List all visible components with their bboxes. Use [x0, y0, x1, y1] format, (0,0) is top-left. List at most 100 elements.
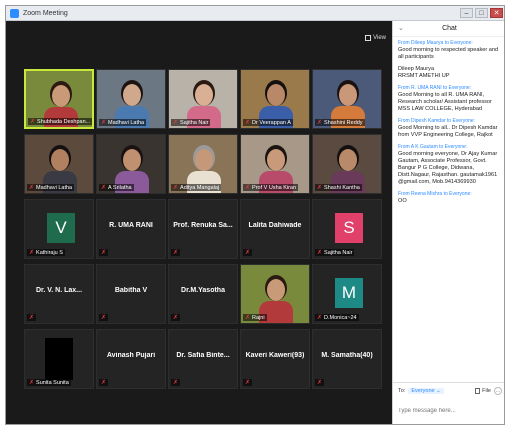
participant-name-label: ✗ — [171, 379, 181, 386]
zoom-logo-icon — [10, 8, 19, 18]
participant-name-label: ✗ Shashini Reddy — [315, 119, 365, 126]
participant-tile[interactable]: M ✗ D.Monica~24 — [312, 264, 382, 324]
participant-video-face — [195, 149, 213, 171]
participant-tile[interactable]: Dr.M.Yasotha ✗ — [168, 264, 238, 324]
participant-tile[interactable]: ✗ Sajitha Nair — [168, 69, 238, 129]
participant-name-label: ✗ Dr Veerappan A — [243, 119, 293, 126]
chat-message-sender[interactable]: From Reena Mishra to Everyone: — [398, 191, 501, 197]
participant-name-label: ✗ — [315, 379, 325, 386]
chat-message: From R. UMA RANI to Everyone: Good Mornin… — [398, 85, 501, 113]
participant-tile[interactable]: Dr. V. N. Lax... ✗ — [24, 264, 94, 324]
participant-tile[interactable]: ✗ Dr Veerappan A — [240, 69, 310, 129]
participant-video-face — [339, 149, 357, 171]
participant-name-label: ✗ D.Monica~24 — [315, 314, 359, 321]
maximize-icon[interactable]: □ — [475, 8, 488, 18]
participant-name: Shubhada Deshpan... — [37, 118, 91, 125]
view-button[interactable]: View — [365, 35, 386, 41]
video-gallery: View ✗ Shubhada Deshpan... ✗ Madhavi Latha ✗… — [6, 21, 392, 424]
participant-center-name: Dr. V. N. Lax... — [35, 287, 83, 294]
participant-tile[interactable]: Prof. Renuka Sa... ✗ — [168, 199, 238, 259]
participant-tile[interactable]: ✗ Shubhada Deshpan... — [24, 69, 94, 129]
chat-message: Dileep Maurya RRSMT AMETHI UP — [398, 66, 501, 80]
participant-video-face — [123, 84, 141, 106]
collapse-chevron-icon[interactable]: ⌄ — [398, 24, 404, 32]
mic-muted-icon: ✗ — [245, 315, 251, 321]
file-label: File — [482, 388, 491, 394]
participant-tile[interactable]: ✗ Prof V Usha Kiran — [240, 134, 310, 194]
participant-name-label: ✗ — [99, 249, 109, 256]
chat-message-sender[interactable]: From Dipesh Kamdar to Everyone: — [398, 118, 501, 124]
participant-name: Madhavi Latha — [108, 119, 145, 126]
participant-name-label: ✗ Sajitha Nair — [315, 249, 355, 256]
participant-tile[interactable]: ✗ Rajni — [240, 264, 310, 324]
chat-message: From A K Gautam to Everyone: Good morning… — [398, 144, 501, 186]
mic-muted-icon: ✗ — [245, 250, 251, 256]
participant-name: Sajitha Nair — [324, 249, 353, 256]
participant-tile[interactable]: ✗ Aditya Mangalaj — [168, 134, 238, 194]
recipient-select[interactable]: Everyone ⌄ — [408, 388, 444, 394]
mic-muted-icon: ✗ — [29, 315, 35, 321]
participant-center-name: Dr.M.Yasotha — [181, 287, 225, 294]
participant-name: A Srilatha — [108, 184, 132, 191]
mic-muted-icon: ✗ — [30, 119, 36, 125]
mic-muted-icon: ✗ — [173, 185, 179, 191]
minimize-icon[interactable]: – — [460, 8, 473, 18]
participant-video-face — [267, 84, 285, 106]
close-icon[interactable]: ✕ — [490, 8, 503, 18]
participant-avatar: S — [335, 213, 363, 243]
mic-muted-icon: ✗ — [317, 120, 323, 126]
chat-message: From Reena Mishra to Everyone: OO — [398, 191, 501, 205]
participant-tile[interactable]: ✗ Madhavi Latha — [96, 69, 166, 129]
participant-tile[interactable]: ✗ Shashi Kantha — [312, 134, 382, 194]
chat-message-sender[interactable]: From R. UMA RANI to Everyone: — [398, 85, 501, 91]
participant-video-face — [123, 149, 141, 171]
chat-message-text: OO — [398, 198, 407, 204]
participant-video-face — [195, 84, 213, 106]
participant-video-face — [52, 85, 70, 107]
participant-name-label: ✗ — [99, 379, 109, 386]
chat-message: From Dipesh Kamdar to Everyone: Good Morn… — [398, 118, 501, 139]
chat-message-text: Good Morning to all.. Dr Dipesh Kamdar f… — [398, 125, 498, 138]
participant-tile[interactable]: M. Samatha(40) ✗ — [312, 329, 382, 389]
participant-tile[interactable]: ✗ Madhavi Latha — [24, 134, 94, 194]
participant-avatar: M — [335, 278, 363, 308]
window-title: Zoom Meeting — [23, 9, 68, 17]
participant-tile[interactable]: ✗ Sunita Sunita — [24, 329, 94, 389]
mic-muted-icon: ✗ — [317, 315, 323, 321]
participant-tile[interactable]: Lalita Dahiwade ✗ — [240, 199, 310, 259]
participant-tile[interactable]: S ✗ Sajitha Nair — [312, 199, 382, 259]
more-options-icon[interactable]: … — [494, 387, 502, 395]
mic-muted-icon: ✗ — [29, 250, 35, 256]
chat-message-sender[interactable]: From Dileep Maurya to Everyone: — [398, 40, 501, 46]
participant-video-face — [51, 149, 69, 171]
participant-tile[interactable]: Avinash Pujari ✗ — [96, 329, 166, 389]
chat-message-input[interactable] — [398, 404, 502, 418]
participant-center-name: Babitha V — [114, 287, 148, 294]
participant-name-label: ✗ Madhavi Latha — [99, 119, 147, 126]
participant-name: Dr Veerappan A — [252, 119, 291, 126]
chat-message-text: Good morning to respected speaker and al… — [398, 47, 499, 60]
participant-tile[interactable]: R. UMA RANI ✗ — [96, 199, 166, 259]
participant-center-name: M. Samatha(40) — [321, 352, 373, 359]
participant-name: Kathiraju S — [36, 249, 63, 256]
file-button[interactable]: File — [475, 388, 491, 394]
participant-name-label: ✗ — [27, 314, 37, 321]
participant-name-label: ✗ Prof V Usha Kiran — [243, 184, 299, 191]
mic-muted-icon: ✗ — [173, 380, 179, 386]
participant-name-label: ✗ — [171, 314, 181, 321]
mic-muted-icon: ✗ — [101, 315, 107, 321]
participant-name-label: ✗ Sajitha Nair — [171, 119, 211, 126]
chat-message-list: From Dileep Maurya to Everyone: Good morn… — [393, 37, 504, 213]
participant-tile[interactable]: ✗ A Srilatha — [96, 134, 166, 194]
participant-tile[interactable]: Kaveri Kaweri(93) ✗ — [240, 329, 310, 389]
participant-tile[interactable]: V ✗ Kathiraju S — [24, 199, 94, 259]
chat-panel: ⌄ Chat From Dileep Maurya to Everyone: Go… — [392, 21, 504, 424]
participant-name: Prof V Usha Kiran — [252, 184, 297, 191]
participant-tile[interactable]: Dr. Safia Binte... ✗ — [168, 329, 238, 389]
participant-tile[interactable]: Babitha V ✗ — [96, 264, 166, 324]
participant-tile[interactable]: ✗ Shashini Reddy — [312, 69, 382, 129]
participant-name-label: ✗ A Srilatha — [99, 184, 134, 191]
participant-name-label: ✗ Kathiraju S — [27, 249, 65, 256]
participant-center-name: Avinash Pujari — [106, 352, 156, 359]
chat-message-sender[interactable]: From A K Gautam to Everyone: — [398, 144, 501, 150]
